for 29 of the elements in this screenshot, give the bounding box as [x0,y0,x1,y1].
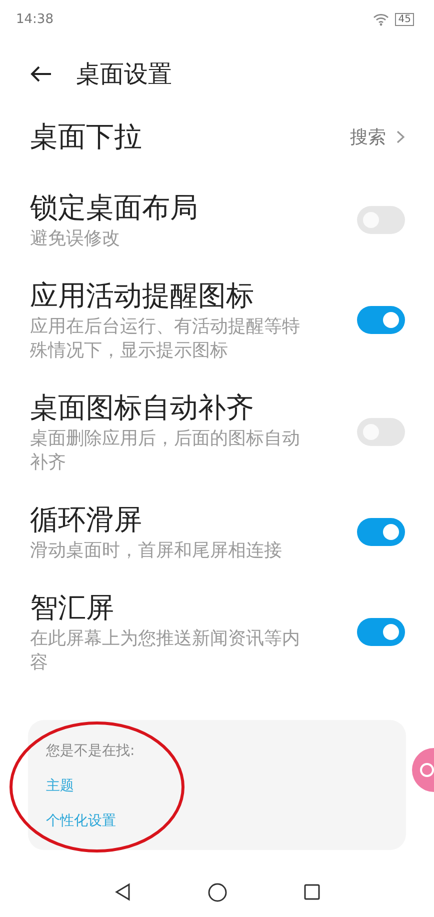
toggle-switch[interactable] [357,618,405,646]
dropdown-value[interactable]: 搜索 [350,125,405,149]
back-button[interactable] [30,66,52,82]
battery-indicator: 45 [395,12,414,26]
toggle-switch[interactable] [357,306,405,334]
setting-description: 应用在后台运行、有活动提醒等特殊情况下，显示提示图标 [30,315,301,363]
page-title: 桌面设置 [76,59,172,90]
setting-title: 桌面下拉 [30,119,142,155]
setting-title: 智汇屏 [30,590,115,626]
setting-description: 在此屏幕上为您推送新闻资讯等内容 [30,627,301,675]
setting-description: 滑动桌面时，首屏和尾屏相连接 [30,539,283,563]
suggestion-link[interactable]: 个性化设置 [46,812,116,830]
toggle-switch[interactable] [357,418,405,446]
recents-nav-icon[interactable] [304,884,320,900]
toggle-switch[interactable] [357,206,405,234]
setting-title: 应用活动提醒图标 [30,278,255,314]
setting-description: 桌面删除应用后，后面的图标自动补齐 [30,427,301,475]
chevron-right-icon [396,130,405,144]
setting-title: 循环滑屏 [30,502,143,538]
setting-title: 锁定桌面布局 [30,190,199,226]
wifi-icon [373,12,390,26]
suggestion-link[interactable]: 主题 [46,777,74,795]
suggestion-heading: 您是不是在找: [46,742,135,760]
back-nav-icon[interactable] [114,883,130,901]
setting-title: 桌面图标自动补齐 [30,390,255,426]
home-nav-icon[interactable] [208,882,226,902]
status-time: 14:38 [16,12,54,26]
toggle-switch[interactable] [357,518,405,546]
setting-description: 避免误修改 [30,227,121,251]
